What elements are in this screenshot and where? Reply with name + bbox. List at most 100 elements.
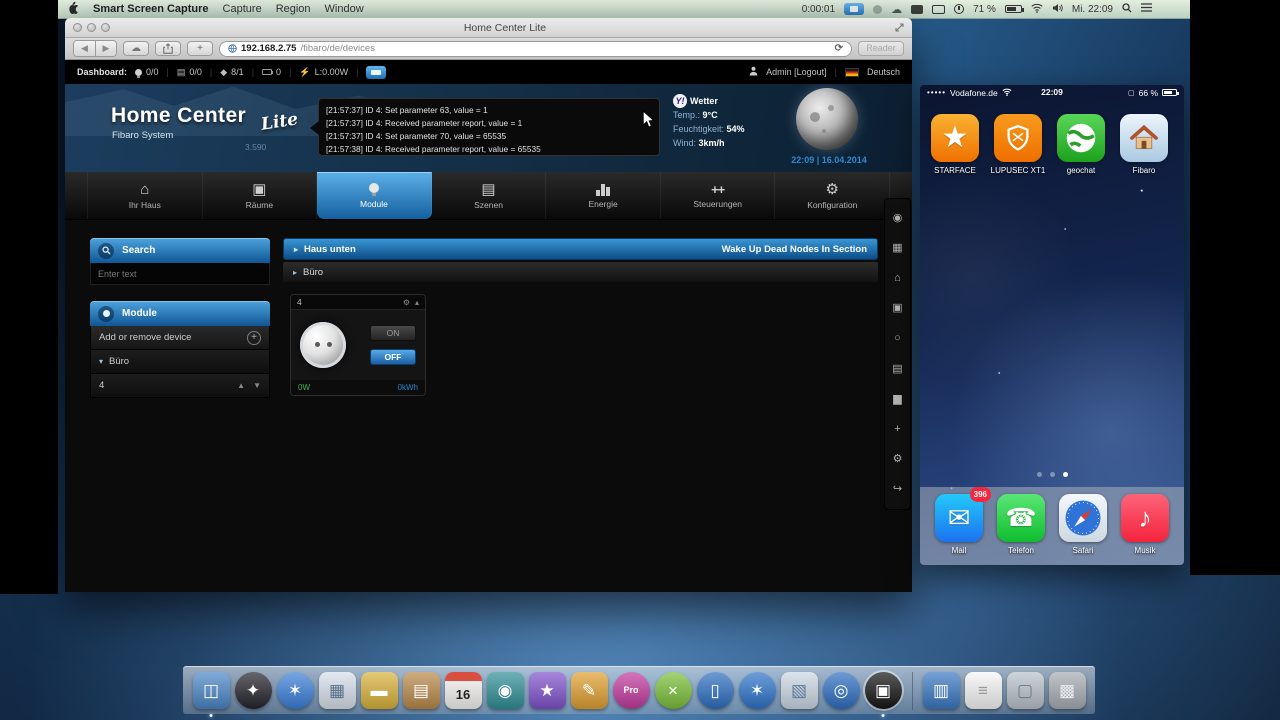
dock-photo-booth[interactable]: ◉ [486, 672, 524, 709]
dock-safari[interactable]: ✶ [276, 672, 314, 709]
dock-launchpad[interactable]: ✦ [234, 672, 272, 709]
dock-file-stack[interactable]: ▢ [1006, 672, 1044, 709]
dock-delivery[interactable]: ▬ [360, 672, 398, 709]
display-icon[interactable] [932, 4, 946, 14]
sort-down-icon[interactable]: ▼ [253, 381, 261, 390]
reload-icon[interactable]: ⟳ [835, 43, 843, 54]
dock-star-app[interactable]: ★ [528, 672, 566, 709]
blinds-counter[interactable]: ▤ 0/0 [177, 67, 202, 78]
tab-szenen[interactable]: ▤ Szenen [432, 172, 547, 219]
apple-menu-icon[interactable] [68, 1, 79, 17]
lupusec xt1-app-icon[interactable] [994, 114, 1042, 162]
tab-räume[interactable]: ▣ Räume [203, 172, 318, 219]
user-icon[interactable]: ◉ [893, 212, 903, 224]
dock-archive-box[interactable]: ▥ [922, 672, 960, 709]
iphone-app-mail[interactable]: ✉ 396 Mail [933, 487, 991, 565]
window-controls[interactable] [73, 23, 115, 32]
safari-app-icon[interactable] [1059, 494, 1107, 542]
iphone-app-musik[interactable]: ♪ Musik [1119, 494, 1171, 565]
dock-appstore-app[interactable]: ✶ [738, 672, 776, 709]
iphone-app-geochat[interactable]: geochat [1055, 114, 1107, 175]
rooms-icon[interactable]: ▣ [892, 303, 902, 314]
iphone-app-telefon[interactable]: ☎ Telefon [995, 494, 1047, 565]
language-selector[interactable]: Deutsch [867, 67, 900, 77]
notification-center-icon[interactable] [1141, 3, 1152, 15]
room-header[interactable]: ▸ Büro [283, 262, 878, 282]
share-button[interactable] [155, 41, 181, 56]
scenes-icon[interactable]: ▤ [892, 363, 902, 375]
dashboard-icon[interactable]: ▦ [892, 242, 902, 254]
battery-icon[interactable] [1004, 5, 1024, 13]
dock-preview[interactable]: ▦ [318, 672, 356, 709]
devices-icon[interactable]: + [894, 423, 900, 435]
on-button[interactable]: ON [370, 325, 416, 341]
fibaro-app-icon[interactable] [1120, 114, 1168, 162]
tab-energie[interactable]: Energie [546, 172, 661, 219]
fullscreen-icon[interactable] [895, 19, 904, 37]
menubar-clock[interactable]: Mi. 22:09 [1072, 4, 1113, 15]
dock-text-document[interactable]: ≡ [964, 672, 1002, 709]
room-filter-row[interactable]: ▾ Büro [90, 350, 270, 374]
spotlight-icon[interactable] [1122, 2, 1132, 16]
dock-map-app[interactable]: ▧ [780, 672, 818, 709]
battery-counter[interactable]: 0 [262, 67, 281, 77]
wrench-icon[interactable]: ⚙ [403, 298, 410, 307]
wifi-icon[interactable] [1031, 3, 1043, 16]
house-icon[interactable]: ⌂ [894, 272, 901, 284]
volume-icon[interactable] [1052, 3, 1063, 16]
geochat-app-icon[interactable] [1057, 114, 1105, 162]
search-input[interactable] [90, 263, 270, 285]
icloud-tabs-button[interactable]: ☁ [123, 41, 149, 56]
admin-logout-link[interactable]: Admin [Logout] [766, 67, 827, 77]
tab-steuerungen[interactable]: ++ Steuerungen [661, 172, 776, 219]
expand-icon[interactable]: ▴ [415, 298, 419, 307]
menu-region[interactable]: Region [276, 3, 311, 15]
browser-title-bar[interactable]: Home Center Lite [65, 18, 912, 38]
zoom-button[interactable] [101, 23, 110, 32]
new-tab-button[interactable]: + [187, 41, 213, 56]
iphone-app-fibaro[interactable]: Fibaro [1118, 114, 1170, 175]
dock-trash[interactable]: ▩ [1048, 672, 1086, 709]
energy-icon[interactable]: ▆ [893, 393, 901, 405]
forward-button[interactable]: ▶ [95, 41, 116, 56]
dock-capture-app[interactable]: ▣ [864, 672, 902, 717]
off-button[interactable]: OFF [370, 349, 416, 365]
cassette-icon[interactable] [911, 4, 924, 14]
dock-pro-app[interactable]: Pro [612, 672, 650, 709]
mail-app-icon[interactable]: ✉ 396 [935, 487, 991, 542]
iphone-app-safari[interactable]: Safari [1057, 494, 1109, 565]
tab-konfiguration[interactable]: ⚙ Konfiguration [775, 172, 891, 219]
cloud-icon[interactable]: ☁ [891, 3, 902, 16]
dock-contacts[interactable]: ▤ [402, 672, 440, 709]
menu-window[interactable]: Window [325, 3, 364, 15]
tab-module[interactable]: Module [317, 172, 432, 219]
iphone-app-lupusec-xt1[interactable]: LUPUSEC XT1 [991, 114, 1045, 175]
back-button[interactable]: ◀ [74, 41, 95, 56]
plus-icon[interactable]: + [247, 330, 261, 345]
starface-app-icon[interactable]: ★ [931, 114, 979, 162]
tab-ihr-haus[interactable]: ⌂ Ihr Haus [87, 172, 203, 219]
close-button[interactable] [73, 23, 82, 32]
dock-pen-app[interactable]: ✎ [570, 672, 608, 709]
logout-icon[interactable]: ↪ [893, 484, 902, 495]
reader-button[interactable]: Reader [858, 41, 904, 56]
menu-capture[interactable]: Capture [223, 3, 262, 15]
status-dot-icon[interactable] [873, 4, 883, 14]
minimize-button[interactable] [87, 23, 96, 32]
dock-x-app[interactable]: × [654, 672, 692, 709]
section-header[interactable]: ▸ Haus unten Wake Up Dead Nodes In Secti… [283, 238, 878, 260]
wake-up-dead-nodes-button[interactable]: Wake Up Dead Nodes In Section [722, 244, 867, 255]
settings-icon[interactable]: ⚙ [893, 454, 903, 465]
musik-app-icon[interactable]: ♪ [1121, 494, 1169, 542]
iphone-app-starface[interactable]: ★ STARFACE [929, 114, 981, 175]
history-nav-buttons[interactable]: ◀ ▶ [73, 40, 117, 57]
power-counter[interactable]: ⚡ L:0.00W [299, 67, 348, 78]
telefon-app-icon[interactable]: ☎ [997, 494, 1045, 542]
menubar-app-name[interactable]: Smart Screen Capture [93, 3, 209, 15]
dock-finder[interactable]: ◫ [192, 672, 230, 717]
address-bar[interactable]: 192.168.2.75/fibaro/de/devices ⟳ [219, 40, 852, 57]
network-badge-icon[interactable] [366, 65, 387, 79]
modules-icon[interactable]: ○ [894, 333, 901, 344]
dock-calendar[interactable]: 16 [444, 672, 482, 709]
lights-counter[interactable]: 0/0 [135, 67, 159, 78]
